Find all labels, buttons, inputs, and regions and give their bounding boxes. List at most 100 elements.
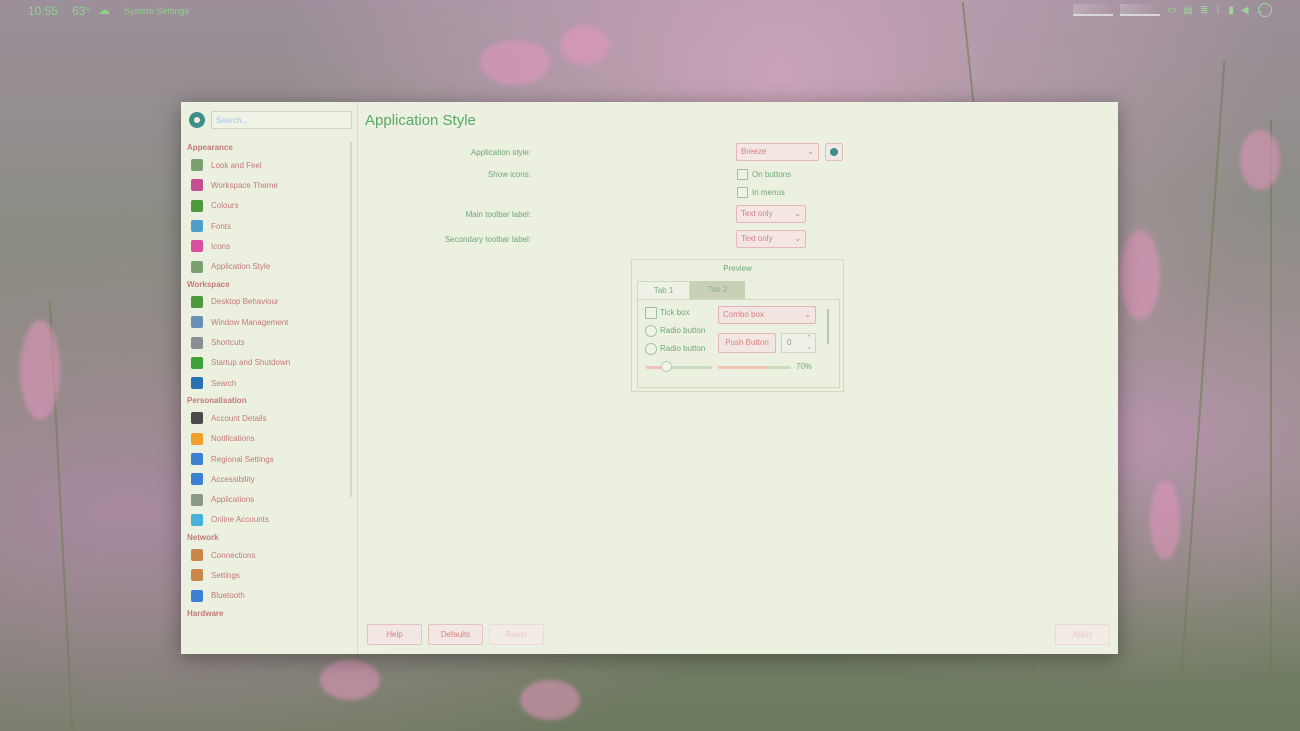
search-icon [191,377,203,390]
main-toolbar-combo[interactable]: Text only ⌄ [736,205,806,223]
sidebar-category-hardware: Hardware [187,608,224,618]
secondary-toolbar-combo[interactable]: Text only ⌄ [736,230,806,248]
reset-button[interactable]: Reset [489,624,544,645]
radio-button-1[interactable] [645,325,657,337]
keyboard-icon[interactable]: ▤ [1184,5,1193,16]
sidebar-item-label: Settings [211,570,240,580]
sidebar-item-label: Fonts [211,221,232,231]
network-monitor-graph[interactable] [1120,4,1161,16]
window-management-icon [191,316,203,329]
fonts-icon [191,220,203,233]
spin-arrows-icon[interactable]: ⌃ ⌄ [806,334,812,352]
sidebar-item-label: Window Management [211,317,289,327]
sidebar-item-search[interactable]: Search [181,373,351,393]
desktop-behaviour-icon [191,295,203,308]
secondary-toolbar-label: Secondary toolbar label: [444,235,531,244]
volume-icon[interactable]: ◀ [1241,5,1249,16]
power-icon[interactable] [1258,3,1272,17]
preview-slider[interactable] [646,361,712,372]
app-style-combo[interactable]: Breeze ⌄ [736,143,819,161]
connections-icon [191,549,203,562]
preview-combo-box[interactable]: Combo box ⌄ [718,306,816,324]
clock[interactable]: 10:55 [28,4,58,18]
radio-button-2[interactable] [645,343,657,355]
sidebar-item-label: Applications [211,495,255,505]
network-settings-icon [191,569,203,582]
help-button[interactable]: Help [367,624,422,645]
system-settings-window: Appearance Look and Feel Workspace Theme Co… [181,102,1118,654]
notes-icon[interactable]: ≣ [1200,5,1208,16]
bluetooth-tray-icon[interactable]: ᛒ [1215,5,1221,16]
icons-icon [191,240,203,253]
preview-group: Preview Tab 1 Tab 2 Tick box Radio butto… [631,259,844,392]
sidebar-item-label: Bluetooth [211,591,245,601]
tab-1[interactable]: Tab 1 [637,281,690,299]
preview-title: Preview [723,264,752,273]
sidebar-item-label: Workspace Theme [211,180,278,190]
preview-scrollbar[interactable] [827,309,829,344]
chevron-down-icon: ⌄ [794,234,801,243]
search-input[interactable] [212,112,350,128]
in-menus-checkbox[interactable] [737,187,748,198]
battery-icon[interactable]: ▮ [1228,5,1234,16]
slider-handle[interactable] [660,361,672,372]
main-toolbar-label: Main toolbar label: [465,210,531,219]
preview-progress-bar [718,366,791,369]
sidebar-item-account-details[interactable]: Account Details [181,408,351,428]
sidebar-item-desktop-behaviour[interactable]: Desktop Behaviour [181,292,351,312]
settings-gear-icon[interactable] [189,112,205,128]
chevron-down-icon: ⌄ [794,209,801,218]
in-menus-label: In menus [752,188,785,197]
sidebar-item-label: Desktop Behaviour [211,297,279,307]
chevron-down-icon: ⌄ [807,147,814,156]
defaults-button[interactable]: Defaults [428,624,483,645]
sidebar-item-window-management[interactable]: Window Management [181,312,351,332]
applications-icon [191,493,203,506]
active-app-title[interactable]: System Settings [124,6,189,16]
on-buttons-checkbox[interactable] [737,169,748,180]
sidebar-item-look-and-feel[interactable]: Look and Feel [181,155,351,175]
sidebar-item-notifications[interactable]: Notifications [181,429,351,449]
sidebar-item-workspace-theme[interactable]: Workspace Theme [181,175,351,195]
sidebar-item-settings[interactable]: Settings [181,565,351,585]
clipboard-icon[interactable]: ▭ [1167,5,1176,16]
search-box [211,111,352,129]
application-style-icon [191,260,203,273]
top-panel: 10:55 63° ☁ System Settings ▭ ▤ ≣ ᛒ ▮ ◀ … [0,0,1300,22]
sidebar-item-accessibility[interactable]: Accessibility [181,469,351,489]
page-title: Application Style [365,112,476,129]
sidebar-item-label: Accessibility [211,474,255,484]
sidebar-item-icons[interactable]: Icons [181,236,351,256]
progress-label: 70% [796,362,813,371]
sidebar-item-fonts[interactable]: Fonts [181,216,351,236]
sidebar-item-regional-settings[interactable]: Regional Settings [181,449,351,469]
main-toolbar-value: Text only [741,209,773,218]
apply-button[interactable]: Apply [1055,624,1110,645]
tab-2[interactable]: Tab 2 [690,281,745,299]
secondary-toolbar-value: Text only [741,234,773,243]
colours-icon [191,199,203,212]
sidebar-item-online-accounts[interactable]: Online Accounts [181,510,351,530]
sidebar-item-bluetooth[interactable]: Bluetooth [181,586,351,606]
weather-temperature[interactable]: 63° [72,4,90,18]
sidebar-item-application-style[interactable]: Application Style [181,256,351,276]
system-monitor-graph[interactable] [1073,4,1114,16]
sidebar-category-appearance: Appearance [187,143,233,152]
on-buttons-label: On buttons [752,170,792,179]
sidebar-item-applications[interactable]: Applications [181,489,351,509]
cloud-icon: ☁ [98,3,110,17]
sidebar-item-connections[interactable]: Connections [181,545,351,565]
sidebar-scrollbar[interactable] [350,142,352,497]
tick-box-label: Tick box [660,308,690,317]
sidebar-category-network: Network [187,533,219,543]
preview-spin-box[interactable]: 0 ⌃ ⌄ [781,333,816,353]
sidebar-item-startup-and-shutdown[interactable]: Startup and Shutdown [181,353,351,373]
configure-style-button[interactable] [825,143,843,161]
tick-box-checkbox[interactable] [645,307,657,319]
sidebar-item-label: Colours [211,201,239,211]
preview-push-button[interactable]: Push Button [718,333,776,353]
sidebar-item-colours[interactable]: Colours [181,196,351,216]
startup-shutdown-icon [191,356,203,369]
sidebar-item-shortcuts[interactable]: Shortcuts [181,332,351,352]
system-tray: ▭ ▤ ≣ ᛒ ▮ ◀ ⌄ [1073,4,1264,16]
